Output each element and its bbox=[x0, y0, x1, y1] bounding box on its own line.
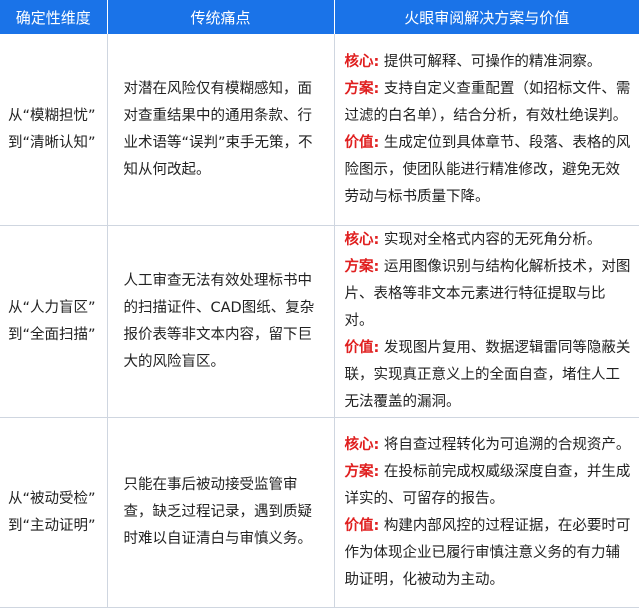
core-label: 核心: bbox=[344, 53, 380, 70]
value-text: 发现图片复用、数据逻辑雷同等隐蔽关联，实现真正意义上的全面自查，堵住人工无法覆盖… bbox=[344, 340, 631, 410]
plan-label: 方案: bbox=[344, 80, 380, 97]
value-label: 价值: bbox=[344, 340, 380, 356]
dimension-cell: 从“人力盲区” 到“全面扫描” bbox=[0, 225, 108, 418]
value-text: 构建内部风控的过程证据，在必要时可作为体现企业已履行审慎注意义务的有力辅助证明，… bbox=[344, 517, 631, 588]
core-text: 实现对全格式内容的无死角分析。 bbox=[379, 232, 602, 248]
value-label: 价值: bbox=[344, 134, 380, 151]
pain-cell: 对潜在风险仅有模糊感知，面对查重结果中的通用条款、行业术语等“误判”束手无策，不… bbox=[107, 34, 335, 226]
dimension-to: 到“全面扫描” bbox=[8, 326, 96, 343]
comparison-table: 确定性维度 传统痛点 火眼审阅解决方案与价值 从“模糊担忧” 到“清晰认知” 对… bbox=[0, 0, 639, 608]
solution-value: 价值: 生成定位到具体章节、段落、表格的风险图示，使团队能进行精准修改，避免无效… bbox=[345, 130, 634, 211]
table-row: 从“模糊担忧” 到“清晰认知” 对潜在风险仅有模糊感知，面对查重结果中的通用条款… bbox=[0, 34, 639, 226]
solution-cell: 核心: 提供可解释、可操作的精准洞察。 方案: 支持自定义查重配置（如招标文件、… bbox=[334, 34, 639, 226]
header-dimension: 确定性维度 bbox=[0, 0, 108, 34]
dimension-to: 到“清晰认知” bbox=[8, 134, 96, 151]
table-row: 从“被动受检” 到“主动证明” 只能在事后被动接受监管审查，缺乏过程记录，遇到质… bbox=[0, 417, 639, 608]
plan-text: 在投标前完成权威级深度自查，并生成详实的、可留存的报告。 bbox=[344, 463, 631, 507]
dimension-from: 从“模糊担忧” bbox=[8, 107, 96, 124]
solution-plan: 方案: 运用图像识别与结构化解析技术，对图片、表格等非文本元素进行特征提取与比对… bbox=[345, 254, 634, 335]
solution-cell: 核心: 实现对全格式内容的无死角分析。 方案: 运用图像识别与结构化解析技术，对… bbox=[334, 225, 639, 418]
table-row: 从“人力盲区” 到“全面扫描” 人工审查无法有效处理标书中的扫描证件、CAD图纸… bbox=[0, 225, 639, 418]
solution-value: 价值: 构建内部风控的过程证据，在必要时可作为体现企业已履行审慎注意义务的有力辅… bbox=[345, 513, 634, 594]
pain-cell: 只能在事后被动接受监管审查，缺乏过程记录，遇到质疑时难以自证清白与审慎义务。 bbox=[107, 417, 335, 608]
core-text: 将自查过程转化为可追溯的合规资产。 bbox=[379, 436, 631, 453]
plan-text: 运用图像识别与结构化解析技术，对图片、表格等非文本元素进行特征提取与比对。 bbox=[344, 259, 631, 329]
solution-plan: 方案: 支持自定义查重配置（如招标文件、需过滤的白名单），结合分析，有效杜绝误判… bbox=[345, 76, 634, 130]
pain-cell: 人工审查无法有效处理标书中的扫描证件、CAD图纸、复杂报价表等非文本内容，留下巨… bbox=[107, 225, 335, 418]
dimension-to: 到“主动证明” bbox=[8, 517, 96, 534]
dimension-cell: 从“模糊担忧” 到“清晰认知” bbox=[0, 34, 108, 226]
header-solution-value: 火眼审阅解决方案与价值 bbox=[334, 0, 639, 34]
dimension-from: 从“人力盲区” bbox=[8, 299, 96, 316]
plan-label: 方案: bbox=[344, 463, 380, 480]
value-label: 价值: bbox=[344, 517, 380, 534]
dimension-cell: 从“被动受检” 到“主动证明” bbox=[0, 417, 108, 608]
solution-core: 核心: 实现对全格式内容的无死角分析。 bbox=[345, 227, 634, 254]
solution-core: 核心: 提供可解释、可操作的精准洞察。 bbox=[345, 49, 634, 76]
header-pain-points: 传统痛点 bbox=[107, 0, 335, 34]
plan-text: 支持自定义查重配置（如招标文件、需过滤的白名单），结合分析，有效杜绝误判。 bbox=[344, 80, 631, 124]
value-text: 生成定位到具体章节、段落、表格的风险图示，使团队能进行精准修改，避免无效劳动与标… bbox=[344, 134, 631, 205]
plan-label: 方案: bbox=[344, 259, 380, 275]
dimension-from: 从“被动受检” bbox=[8, 490, 96, 507]
solution-plan: 方案: 在投标前完成权威级深度自查，并生成详实的、可留存的报告。 bbox=[345, 459, 634, 513]
solution-core: 核心: 将自查过程转化为可追溯的合规资产。 bbox=[345, 432, 634, 459]
core-label: 核心: bbox=[344, 436, 380, 453]
table-header: 确定性维度 传统痛点 火眼审阅解决方案与价值 bbox=[0, 0, 639, 34]
core-label: 核心: bbox=[344, 232, 380, 248]
solution-cell: 核心: 将自查过程转化为可追溯的合规资产。 方案: 在投标前完成权威级深度自查，… bbox=[334, 417, 639, 608]
core-text: 提供可解释、可操作的精准洞察。 bbox=[379, 53, 602, 70]
solution-value: 价值: 发现图片复用、数据逻辑雷同等隐蔽关联，实现真正意义上的全面自查，堵住人工… bbox=[345, 335, 634, 416]
